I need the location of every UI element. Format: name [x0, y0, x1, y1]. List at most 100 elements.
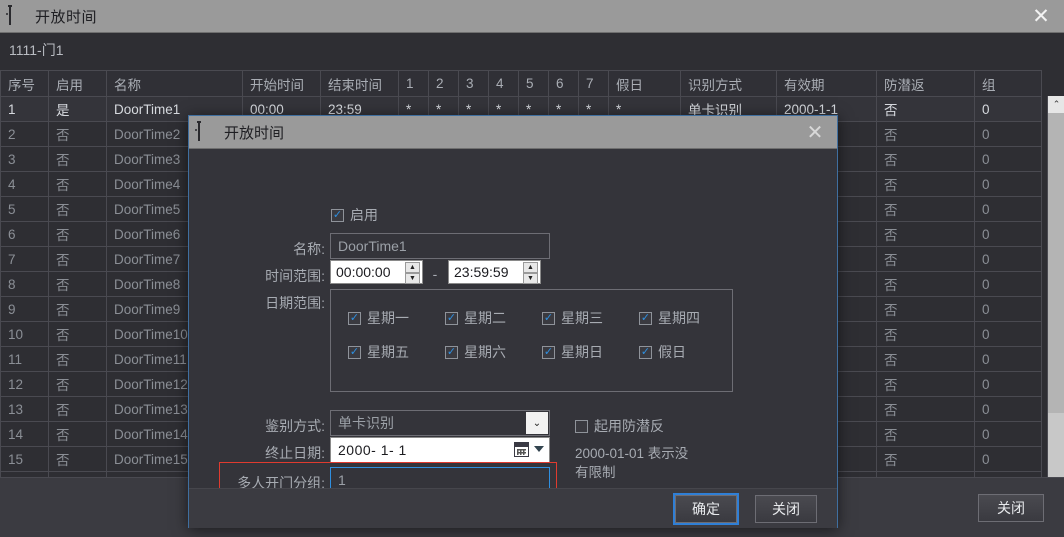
table-cell: 否	[876, 296, 975, 322]
end-time-stepper[interactable]: ▲ ▼	[523, 262, 538, 284]
auth-mode-select[interactable]: 单卡识别 ⌄	[330, 410, 550, 436]
table-cell: 14	[0, 421, 49, 447]
table-cell: 4	[0, 171, 49, 197]
name-input[interactable]: DoorTime1	[330, 233, 550, 259]
weekday-checkbox-label: 星期四	[658, 310, 700, 326]
dialog-close-icon[interactable]: ✕	[793, 116, 837, 149]
table-cell: 是	[48, 96, 107, 122]
end-date-label: 终止日期:	[265, 445, 325, 461]
weekday-checkbox[interactable]: ✓ 星期二	[445, 308, 506, 328]
table-cell: 否	[876, 321, 975, 347]
weekday-checkbox[interactable]: ✓ 星期日	[542, 342, 603, 362]
date-range-label: 日期范围:	[265, 295, 325, 311]
end-time-input[interactable]: 23:59:59 ▲ ▼	[448, 260, 541, 284]
table-cell: 0	[974, 271, 1042, 297]
column-header[interactable]: 名称	[106, 70, 243, 97]
weekday-checkbox[interactable]: ✓ 星期四	[639, 308, 700, 328]
checkbox-box: ✓	[542, 345, 555, 359]
antiback-checkbox[interactable]: 起用防潜反	[575, 416, 664, 436]
table-cell: 否	[876, 446, 975, 472]
column-header[interactable]: 3	[458, 70, 489, 97]
stepper-up-icon[interactable]: ▲	[523, 262, 538, 273]
weekday-checkbox-label: 星期五	[367, 344, 409, 360]
table-cell: 否	[48, 321, 107, 347]
scrollbar-thumb[interactable]	[1048, 113, 1064, 413]
column-header[interactable]: 识别方式	[680, 70, 777, 97]
stepper-up-icon[interactable]: ▲	[405, 262, 420, 273]
ok-button[interactable]: 确定	[673, 493, 739, 525]
table-cell: 6	[0, 221, 49, 247]
checkbox-box: ✓	[542, 311, 555, 325]
table-cell: 2	[0, 121, 49, 147]
table-cell: 0	[974, 371, 1042, 397]
column-header[interactable]: 有效期	[776, 70, 877, 97]
table-cell: 否	[48, 146, 107, 172]
table-cell: 11	[0, 346, 49, 372]
table-cell: 否	[48, 346, 107, 372]
table-cell: 3	[0, 146, 49, 172]
column-header[interactable]: 2	[428, 70, 459, 97]
column-header[interactable]: 1	[398, 70, 429, 97]
column-header[interactable]: 结束时间	[320, 70, 399, 97]
time-range-separator: -	[432, 266, 438, 282]
table-cell: 否	[876, 146, 975, 172]
column-header[interactable]: 7	[578, 70, 609, 97]
table-cell: 否	[48, 371, 107, 397]
chevron-down-icon[interactable]	[534, 446, 544, 452]
column-header[interactable]: 假日	[608, 70, 681, 97]
close-icon[interactable]: ✕	[1018, 0, 1064, 33]
table-cell: 否	[48, 296, 107, 322]
table-cell: 0	[974, 346, 1042, 372]
enable-checkbox-label: 启用	[350, 207, 378, 223]
calendar-icon[interactable]	[514, 442, 529, 457]
dialog-body: ✓ 启用 名称: DoorTime1 时间范围: 00:00:00 ▲ ▼ - …	[189, 149, 837, 498]
name-label: 名称:	[293, 241, 325, 257]
start-time-value: 00:00:00	[336, 264, 391, 280]
table-cell: 否	[876, 196, 975, 222]
end-date-input[interactable]: 2000- 1- 1	[330, 437, 550, 463]
checkbox-box	[575, 419, 588, 433]
weekday-checkbox[interactable]: ✓ 星期一	[348, 308, 409, 328]
table-cell: 1	[0, 96, 49, 122]
window-title: 开放时间	[35, 8, 98, 26]
column-header[interactable]: 防潜返	[876, 70, 975, 97]
table-cell: 否	[48, 221, 107, 247]
dialog-close-button[interactable]: 关闭	[755, 495, 817, 523]
column-header[interactable]: 4	[488, 70, 519, 97]
column-header[interactable]: 开始时间	[242, 70, 321, 97]
column-header[interactable]: 启用	[48, 70, 107, 97]
start-time-input[interactable]: 00:00:00 ▲ ▼	[330, 260, 423, 284]
vertical-scrollbar[interactable]: ⌃	[1047, 96, 1064, 477]
weekday-checkbox[interactable]: ✓ 星期六	[445, 342, 506, 362]
start-time-stepper[interactable]: ▲ ▼	[405, 262, 420, 284]
table-cell: 否	[48, 271, 107, 297]
chevron-down-icon[interactable]: ⌄	[526, 412, 548, 434]
table-cell: 12	[0, 371, 49, 397]
table-cell: 否	[876, 246, 975, 272]
table-cell: 否	[876, 346, 975, 372]
checkbox-box: ✓	[348, 345, 361, 359]
table-cell: 否	[48, 171, 107, 197]
table-cell: 否	[876, 371, 975, 397]
stepper-down-icon[interactable]: ▼	[405, 273, 420, 284]
weekday-checkbox[interactable]: ✓ 星期三	[542, 308, 603, 328]
table-cell: 0	[974, 146, 1042, 172]
weekday-checkbox[interactable]: ✓ 假日	[639, 342, 686, 362]
table-cell: 9	[0, 296, 49, 322]
close-button[interactable]: 关闭	[978, 494, 1044, 522]
scroll-up-icon[interactable]: ⌃	[1048, 96, 1064, 113]
end-time-value: 23:59:59	[454, 264, 509, 280]
table-cell: 否	[876, 96, 975, 122]
weekday-checkbox-group: ✓ 星期一 ✓ 星期二 ✓ 星期三 ✓ 星期四 ✓ 星期五 ✓ 星期六 ✓ 星期日 ✓ 假日	[330, 289, 733, 392]
table-cell: 否	[48, 396, 107, 422]
dialog-footer: 确定 关闭	[189, 488, 837, 528]
weekday-checkbox[interactable]: ✓ 星期五	[348, 342, 409, 362]
time-range-label: 时间范围:	[265, 268, 325, 284]
column-header[interactable]: 6	[548, 70, 579, 97]
column-header[interactable]: 5	[518, 70, 549, 97]
stepper-down-icon[interactable]: ▼	[523, 273, 538, 284]
table-cell: 0	[974, 196, 1042, 222]
enable-checkbox[interactable]: ✓ 启用	[331, 205, 378, 225]
column-header[interactable]: 组	[974, 70, 1042, 97]
column-header[interactable]: 序号	[0, 70, 49, 97]
